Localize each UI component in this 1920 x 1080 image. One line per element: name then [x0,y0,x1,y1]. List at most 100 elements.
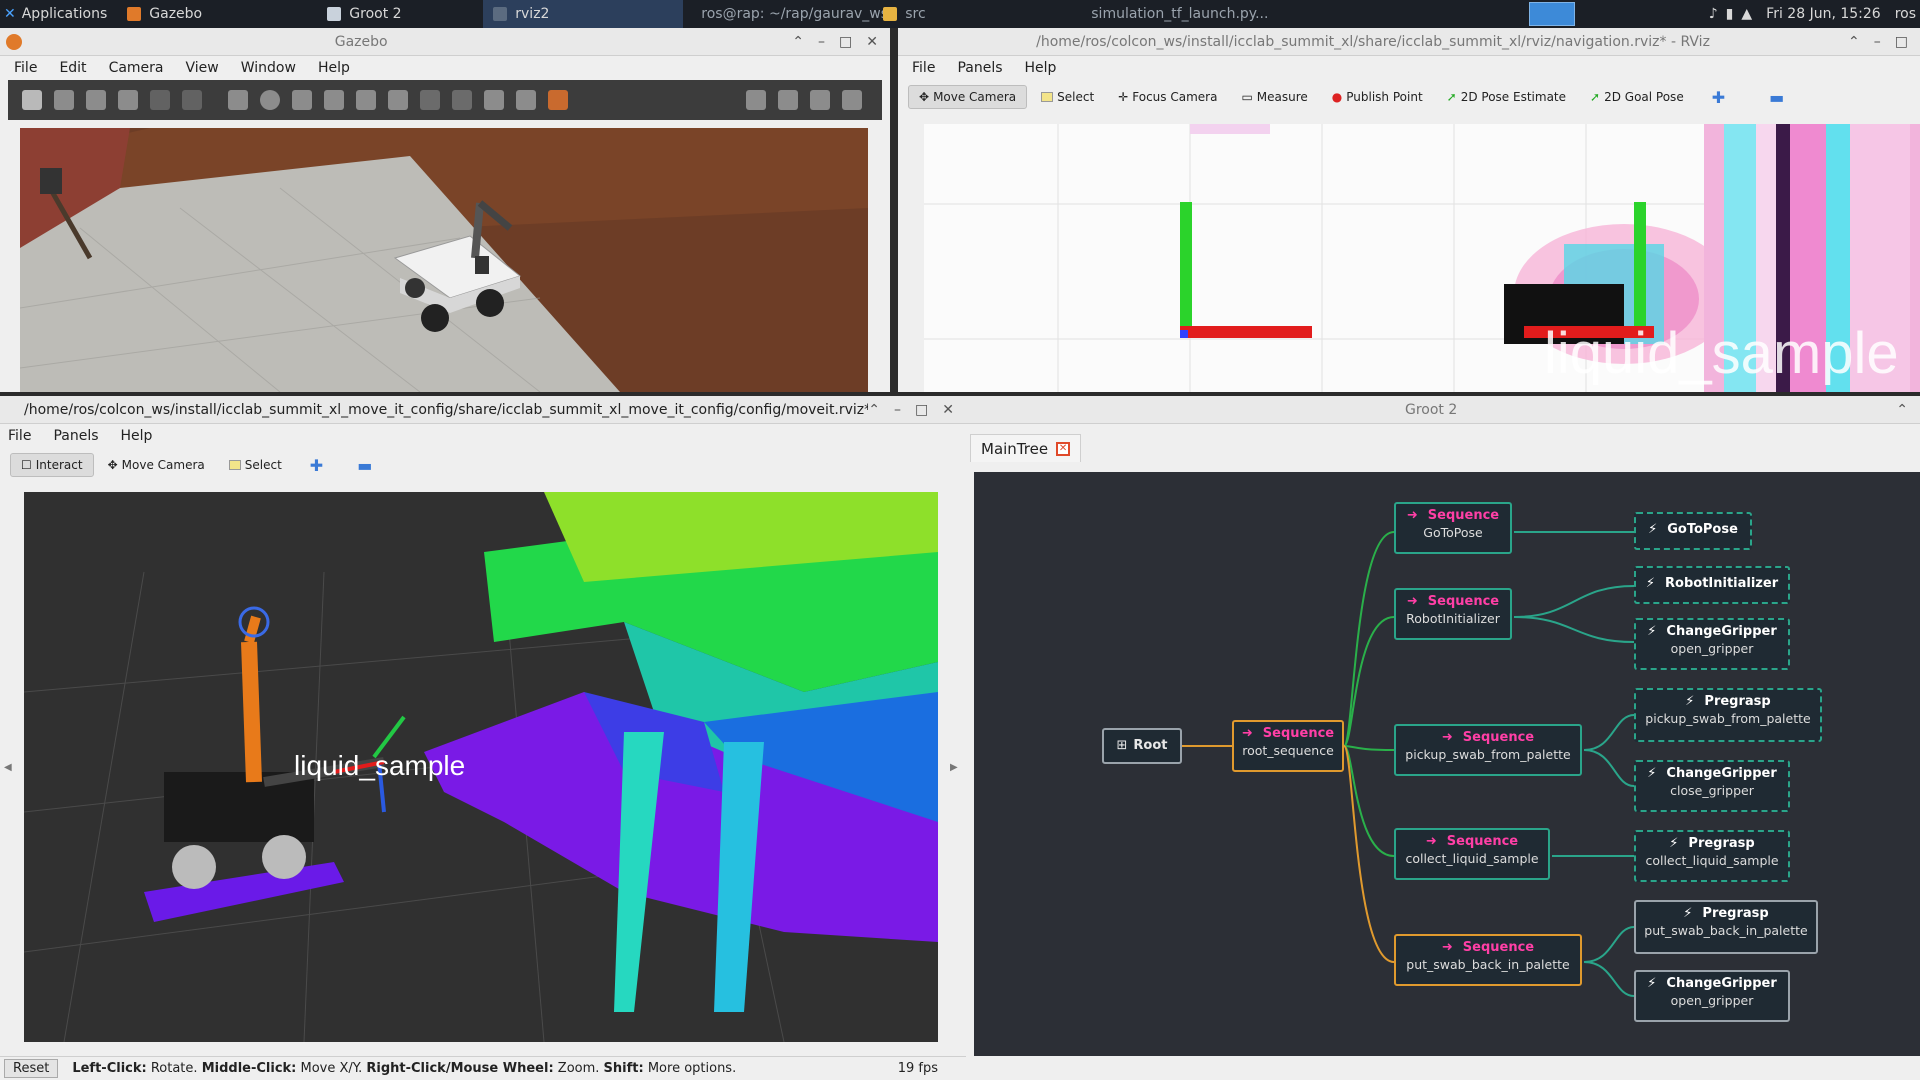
tool-interact[interactable]: ☐ Interact [10,453,94,477]
tool-measure[interactable]: ▭ Measure [1231,86,1317,108]
minimize-icon[interactable]: – [894,402,901,418]
paste-icon[interactable] [452,90,472,110]
minimize-icon[interactable]: – [818,34,825,50]
clock[interactable]: Fri 28 Jun, 15:26 [1756,0,1891,28]
menu-panels[interactable]: Panels [957,60,1002,76]
align-icon[interactable] [484,90,504,110]
snap-icon[interactable] [516,90,536,110]
taskbar-item-vscode[interactable]: simulation_tf_launch.py... [1073,0,1273,28]
collapse-icon[interactable]: ⌃ [868,402,880,418]
box-shape-icon[interactable] [228,90,248,110]
tree-node-action-robotinitializer[interactable]: ⚡ RobotInitializer [1634,566,1790,604]
groot-titlebar[interactable]: Groot 2 ⌃ [966,396,1920,424]
point-light-icon[interactable] [324,90,344,110]
tree-node-action-gotopose[interactable]: ⚡ GoToPose [1634,512,1752,550]
video-record-icon[interactable] [842,90,862,110]
menu-file[interactable]: File [14,60,37,76]
tool-focus-camera[interactable]: ✛ Focus Camera [1108,86,1227,108]
menu-help[interactable]: Help [1025,60,1057,76]
collapse-icon[interactable]: ⌃ [1848,34,1860,50]
tree-node-sequence-collect-liquid[interactable]: ➜ Sequence collect_liquid_sample [1394,828,1550,880]
tool-select[interactable]: Select [1031,86,1104,108]
tool-move-camera[interactable]: ✥ Move Camera [908,85,1028,109]
redo-icon[interactable] [182,90,202,110]
tree-node-sequence-robotinitializer[interactable]: ➜ Sequence RobotInitializer [1394,588,1512,640]
tree-node-action-pregrasp-pickup[interactable]: ⚡ Pregrasp pickup_swab_from_palette [1634,688,1822,742]
groot-tree-canvas[interactable]: ⊞ Root ➜ Sequence root_sequence ➜ Sequence … [974,472,1920,1056]
scale-icon[interactable] [118,90,138,110]
notification-icon[interactable]: ▲ [1737,0,1756,28]
taskbar-item-rviz2[interactable]: rviz2 [483,0,684,28]
tool-move-camera[interactable]: ✥ Move Camera [98,454,215,476]
select-arrow-icon[interactable] [22,90,42,110]
directional-light-icon[interactable] [388,90,408,110]
tree-node-action-pregrasp-collect[interactable]: ⚡ Pregrasp collect_liquid_sample [1634,830,1790,882]
gazebo-3d-viewport[interactable] [20,128,868,392]
reset-button[interactable]: Reset [4,1059,59,1078]
left-collapse-icon[interactable]: ◀ [4,762,12,773]
maximize-icon[interactable]: □ [1895,34,1908,50]
minimize-icon[interactable]: – [1874,34,1881,50]
rviz-moveit-titlebar[interactable]: /home/ros/colcon_ws/install/icclab_summi… [0,396,966,424]
tree-node-sequence-put-swab-back[interactable]: ➜ Sequence put_swab_back_in_palette [1394,934,1582,986]
tree-node-root-sequence[interactable]: ➜ Sequence root_sequence [1232,720,1344,772]
screenshot-icon[interactable] [746,90,766,110]
rviz-moveit-viewport[interactable]: liquid_sample [24,492,938,1042]
tree-node-action-pregrasp-putback[interactable]: ⚡ Pregrasp put_swab_back_in_palette [1634,900,1818,954]
taskbar-item-gazebo[interactable]: Gazebo [117,0,287,28]
menu-help[interactable]: Help [121,428,153,444]
menu-file[interactable]: File [912,60,935,76]
menu-help[interactable]: Help [318,60,350,76]
add-tool-icon[interactable]: ✚ [310,456,323,475]
undo-icon[interactable] [150,90,170,110]
tool-publish-point[interactable]: ● Publish Point [1322,86,1433,108]
tree-node-sequence-pickup-swab[interactable]: ➜ Sequence pickup_swab_from_palette [1394,724,1582,776]
copy-icon[interactable] [420,90,440,110]
rotate-icon[interactable] [86,90,106,110]
tool-2d-goal-pose[interactable]: ➚ 2D Goal Pose [1580,86,1694,108]
menu-window[interactable]: Window [241,60,296,76]
maximize-icon[interactable]: □ [915,402,928,418]
menu-file[interactable]: File [8,428,31,444]
tree-node-action-changegripper-close[interactable]: ⚡ ChangeGripper close_gripper [1634,760,1790,812]
taskbar-item-src[interactable]: src [883,0,1073,28]
collapse-icon[interactable]: ⌃ [1896,402,1908,418]
menu-view[interactable]: View [186,60,219,76]
tree-node-sequence-gotopose[interactable]: ➜ Sequence GoToPose [1394,502,1512,554]
close-icon[interactable]: ✕ [942,402,954,418]
log-icon[interactable] [778,90,798,110]
tree-node-root[interactable]: ⊞ Root [1102,728,1182,764]
menu-camera[interactable]: Camera [109,60,164,76]
tab-maintree[interactable]: MainTree ✕ [970,434,1082,462]
volume-icon[interactable]: ♪ [1705,0,1722,28]
gazebo-titlebar[interactable]: Gazebo ⌃ – □ ✕ [0,28,890,56]
workspace-switcher[interactable] [1528,2,1575,26]
right-collapse-icon[interactable]: ▶ [950,762,958,773]
orange-mode-icon[interactable] [548,90,568,110]
plot-icon[interactable] [810,90,830,110]
sphere-shape-icon[interactable] [260,90,280,110]
maximize-icon[interactable]: □ [839,34,852,50]
rviz-nav-viewport[interactable]: liquid_sample [924,124,1920,392]
rviz-nav-titlebar[interactable]: /home/ros/colcon_ws/install/icclab_summi… [898,28,1920,56]
add-tool-icon[interactable]: ✚ [1712,88,1725,107]
menu-edit[interactable]: Edit [59,60,86,76]
translate-icon[interactable] [54,90,74,110]
user-name[interactable]: ros [1891,0,1920,28]
menu-panels[interactable]: Panels [53,428,98,444]
collapse-icon[interactable]: ⌃ [792,34,804,50]
tool-2d-pose-estimate[interactable]: ➚ 2D Pose Estimate [1437,86,1576,108]
tool-select[interactable]: Select [219,454,292,476]
close-tab-icon[interactable]: ✕ [1056,441,1071,456]
battery-icon[interactable]: ▮ [1722,0,1738,28]
taskbar-item-groot[interactable]: Groot 2 [287,0,483,28]
taskbar-item-terminal[interactable]: ros@rap: ~/rap/gaurav_ws [683,0,883,28]
remove-tool-icon[interactable]: ▬ [357,456,372,475]
applications-menu[interactable]: ✕ Applications [0,0,117,28]
tree-node-action-changegripper-open-final[interactable]: ⚡ ChangeGripper open_gripper [1634,970,1790,1022]
spot-light-icon[interactable] [356,90,376,110]
tree-node-action-changegripper-open[interactable]: ⚡ ChangeGripper open_gripper [1634,618,1790,670]
cylinder-shape-icon[interactable] [292,90,312,110]
remove-tool-icon[interactable]: ▬ [1769,88,1784,107]
close-icon[interactable]: ✕ [866,34,878,50]
